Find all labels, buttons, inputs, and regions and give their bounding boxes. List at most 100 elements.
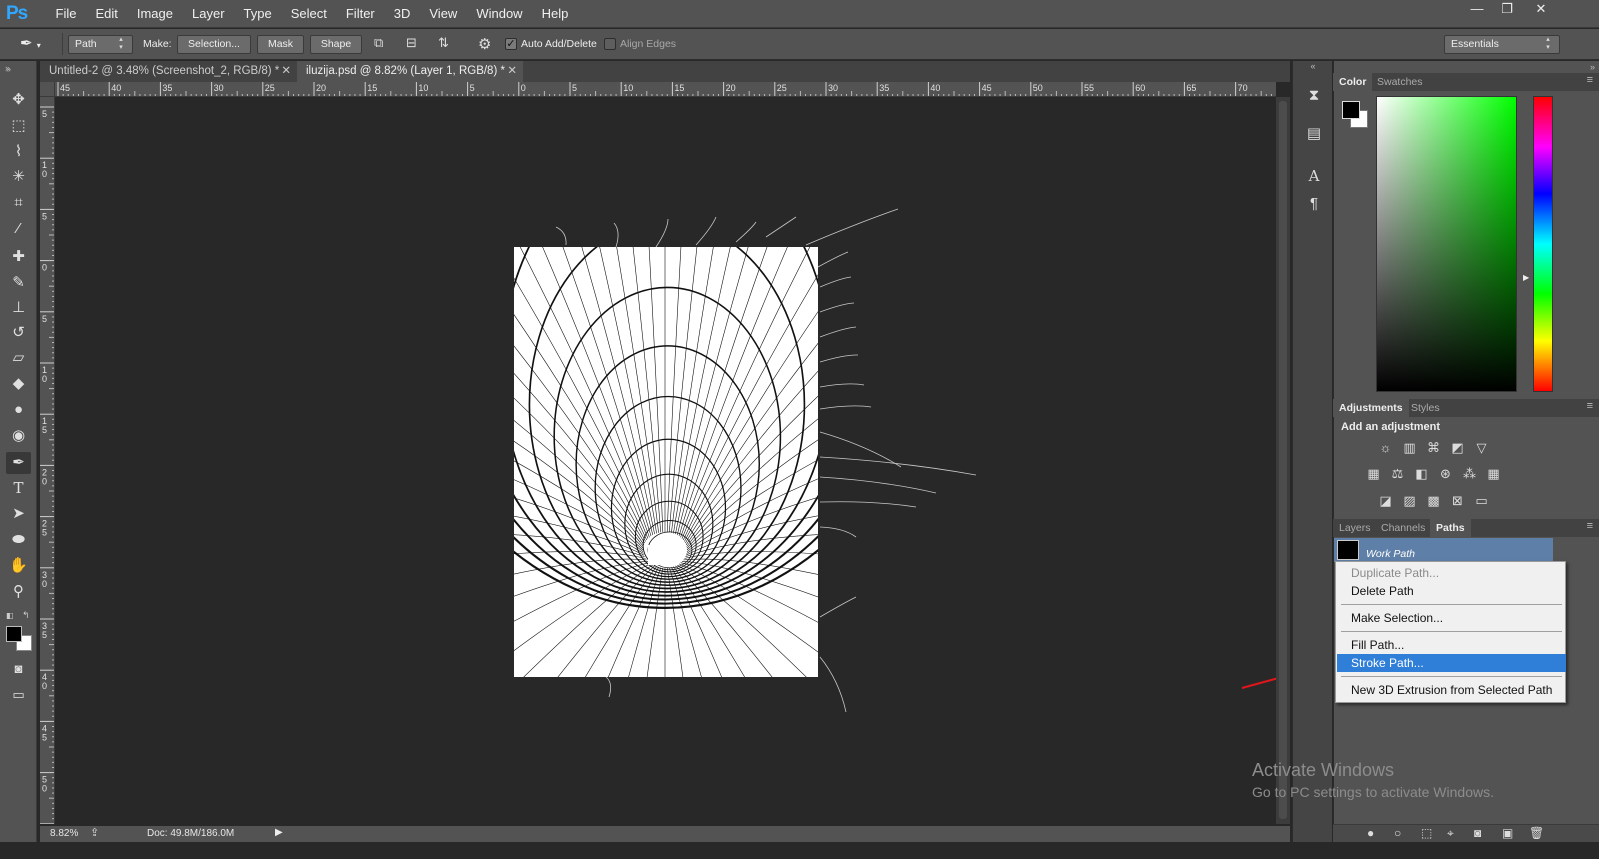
type-tool[interactable]: T [6,477,31,499]
menu-type[interactable]: Type [234,0,281,28]
tab-styles[interactable]: Styles [1405,399,1446,417]
hand-tool[interactable]: ✋ [6,555,31,577]
minimize-button[interactable]: — [1462,0,1492,20]
menu-window[interactable]: Window [467,0,532,28]
restore-button[interactable]: ❐ [1492,0,1522,20]
pen-tool[interactable]: ✒ [6,452,31,474]
properties-panel-icon[interactable]: ▤ [1303,124,1325,144]
pen-tool-preset-icon[interactable]: ✒ ▾ [20,34,58,54]
tab-untitled-2[interactable]: Untitled-2 @ 3.48% (Screenshot_2, RGB/8)… [40,61,297,82]
tab-iluzija[interactable]: iluzija.psd @ 8.82% (Layer 1, RGB/8) * ✕ [297,61,523,82]
clone-stamp-tool[interactable]: ⊥ [6,297,31,319]
panel-menu-icon[interactable]: ≡ [1587,520,1593,532]
eraser-tool[interactable]: ▱ [6,347,31,369]
canvas-vertical-scrollbar[interactable] [1276,97,1290,824]
history-brush-tool[interactable]: ↺ [6,322,31,344]
menu-help[interactable]: Help [532,0,578,28]
crop-tool[interactable]: ⌗ [6,192,31,214]
tab-swatches[interactable]: Swatches [1371,73,1429,91]
tool-mode-select[interactable]: Path [68,35,133,54]
canvas-area[interactable] [56,97,1327,824]
tab-channels[interactable]: Channels [1375,519,1431,537]
brightness-contrast-icon[interactable]: ☼ [1377,440,1394,455]
foreground-color-swatch[interactable] [6,626,22,642]
color-foreground-swatch[interactable] [1342,101,1360,119]
collapse-strip-icon[interactable]: « [1295,61,1331,71]
tab-layers[interactable]: Layers [1333,519,1377,537]
move-tool[interactable]: ✥ [6,89,31,111]
menu-select[interactable]: Select [281,0,336,28]
scrollbar-thumb[interactable] [1279,101,1287,819]
ruler-origin[interactable] [40,82,55,97]
eyedropper-tool[interactable]: ⁄ [6,218,31,240]
marquee-tool[interactable]: ⬚ [6,115,31,137]
panel-menu-icon[interactable]: ≡ [1587,74,1593,86]
menu-delete-path[interactable]: Delete Path [1337,582,1566,600]
invert-icon[interactable]: ◪ [1377,493,1394,508]
menu-view[interactable]: View [420,0,467,28]
threshold-icon[interactable]: ▩ [1425,493,1442,508]
hue-slider[interactable] [1533,96,1553,392]
make-shape-button[interactable]: Shape [310,35,362,54]
delete-path-icon[interactable]: 🗑 [1529,826,1544,840]
magic-wand-tool[interactable]: ✳ [6,166,31,188]
menu-new-3d-extrusion[interactable]: New 3D Extrusion from Selected Path [1337,681,1566,699]
gear-icon[interactable]: ⚙ [478,35,496,53]
workspace-select[interactable]: Essentials [1444,35,1560,54]
levels-icon[interactable]: ▥ [1401,440,1418,455]
screen-mode-button[interactable]: ▭ [6,684,31,706]
default-colors-icon[interactable]: ◧ [6,611,14,620]
zoom-level[interactable]: 8.82% [50,828,78,839]
quick-mask-button[interactable]: ◙ [6,658,31,680]
work-path-row[interactable]: Work Path [1334,538,1553,562]
selective-color-icon[interactable]: ⊠ [1449,493,1466,508]
color-balance-icon[interactable]: ⚖ [1389,466,1406,481]
black-white-icon[interactable]: ◧ [1413,466,1430,481]
menu-edit[interactable]: Edit [86,0,127,28]
close-tab-icon[interactable]: ✕ [281,61,291,82]
collapse-left-icon[interactable]: » [6,64,11,74]
new-path-icon[interactable]: ▣ [1502,826,1513,840]
close-tab-icon[interactable]: ✕ [507,61,517,82]
curves-icon[interactable]: ⌘ [1425,440,1442,455]
path-arrangement-icon[interactable]: ⇅ [438,35,460,53]
exposure-icon[interactable]: ◩ [1449,440,1466,455]
tab-paths[interactable]: Paths [1430,519,1471,537]
add-mask-icon[interactable]: ◙ [1474,826,1481,840]
tab-adjustments[interactable]: Adjustments [1333,399,1409,417]
channel-mixer-icon[interactable]: ⁂ [1461,466,1478,481]
character-panel-icon[interactable]: A [1303,166,1325,186]
posterize-icon[interactable]: ▨ [1401,493,1418,508]
menu-3d[interactable]: 3D [384,0,420,28]
menu-image[interactable]: Image [127,0,182,28]
close-button[interactable]: ✕ [1526,0,1556,20]
paint-bucket-tool[interactable]: ◆ [6,373,31,395]
lasso-tool[interactable]: ⌇ [6,141,31,163]
ellipse-tool[interactable]: ⬬ [6,529,31,551]
path-selection-tool[interactable]: ➤ [6,503,31,525]
make-selection-button[interactable]: Selection... [177,35,251,54]
align-edges-checkbox[interactable] [604,38,616,50]
make-mask-button[interactable]: Mask [257,35,304,54]
hue-saturation-icon[interactable]: ▦ [1365,466,1382,481]
brush-tool[interactable]: ✎ [6,272,31,294]
share-icon[interactable]: ⇪ [90,826,99,839]
blur-tool[interactable]: ● [6,399,31,421]
menu-fill-path[interactable]: Fill Path... [1337,636,1566,654]
auto-add-delete-checkbox[interactable]: ✓ [505,38,517,50]
vibrance-icon[interactable]: ▽ [1473,440,1490,455]
fill-path-icon[interactable]: ● [1367,826,1374,840]
path-alignment-icon[interactable]: ⊟ [406,35,424,53]
menu-file[interactable]: File [46,0,86,28]
path-operations-icon[interactable]: ⧉ [374,35,392,53]
paragraph-panel-icon[interactable]: ¶ [1303,194,1325,214]
panel-menu-icon[interactable]: ≡ [1587,400,1593,412]
menu-make-selection[interactable]: Make Selection... [1337,609,1566,627]
status-menu-arrow-icon[interactable]: ▶ [275,827,283,838]
stroke-path-icon[interactable]: ○ [1394,826,1401,840]
menu-filter[interactable]: Filter [336,0,384,28]
hue-slider-handle[interactable]: ▶ [1523,273,1529,282]
load-selection-icon[interactable]: ⬚ [1421,826,1432,840]
history-panel-icon[interactable]: ⧗ [1303,86,1325,106]
gradient-map-icon[interactable]: ▭ [1473,493,1490,508]
